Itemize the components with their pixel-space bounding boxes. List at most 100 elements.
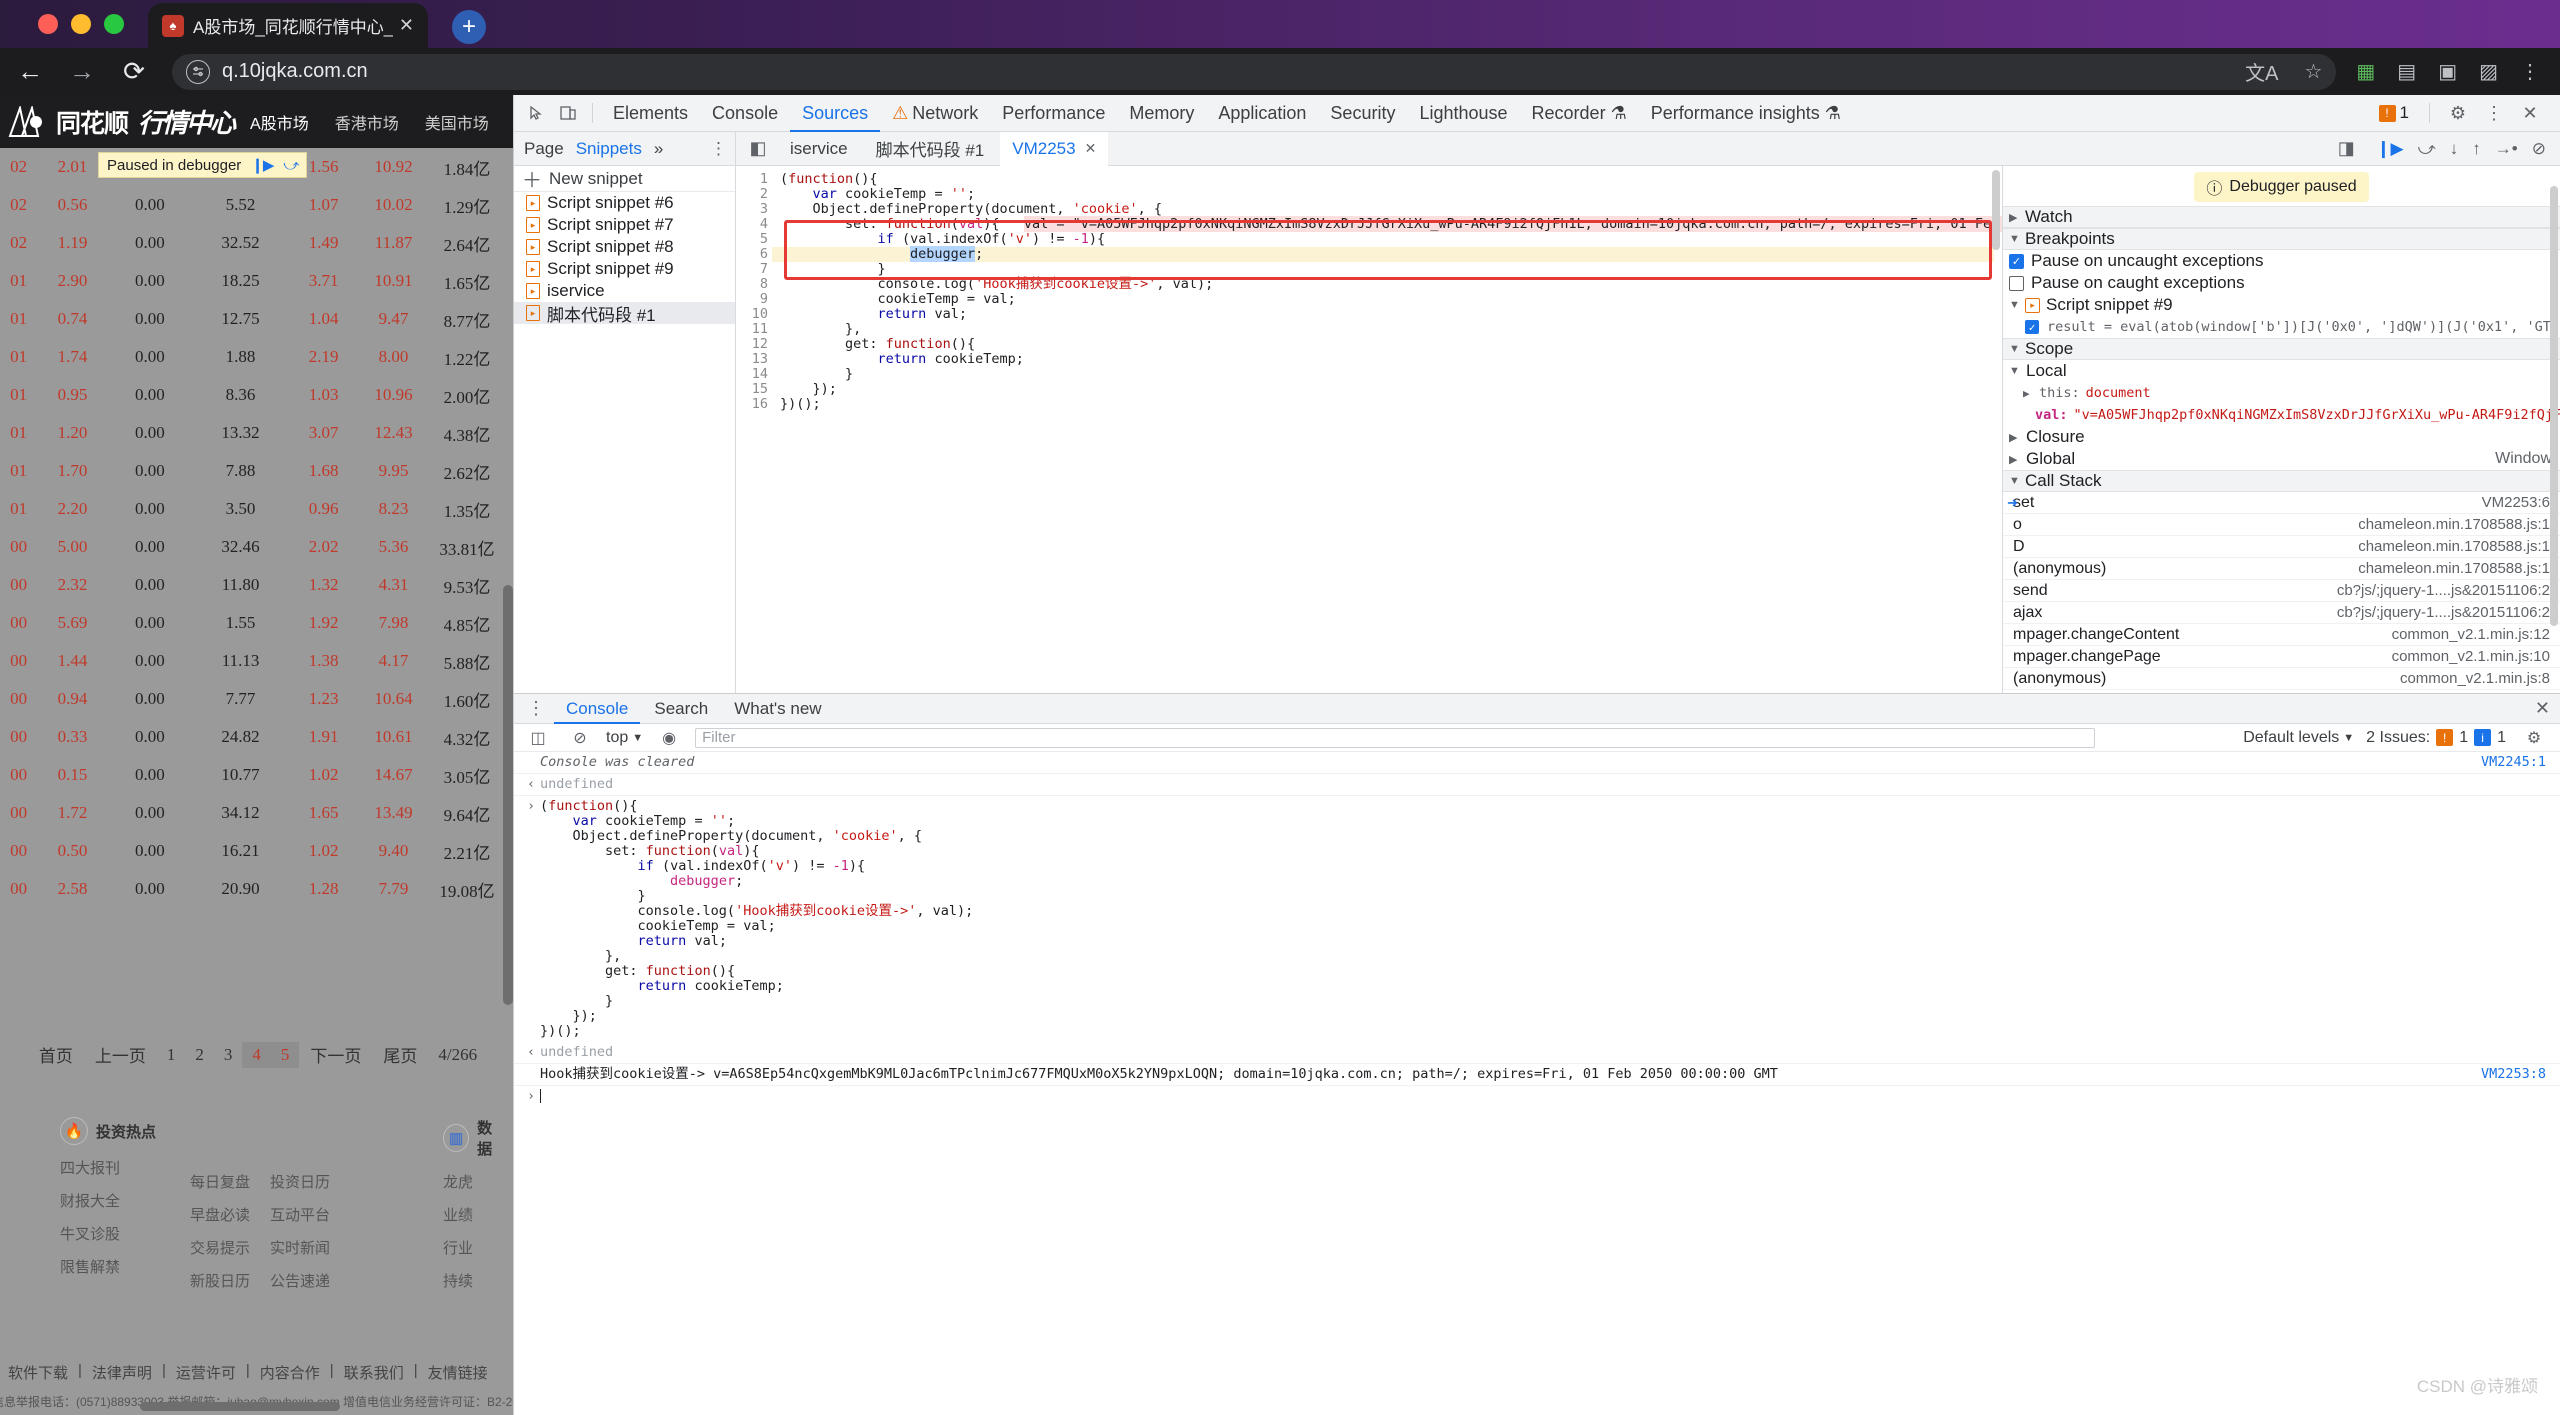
close-icon[interactable]: ✕ bbox=[393, 15, 420, 36]
table-row[interactable]: 01 1.74 0.00 1.88 2.19 8.00 1.22亿 bbox=[0, 338, 505, 376]
footer-link[interactable]: 每日复盘 bbox=[190, 1171, 250, 1192]
browser-tab[interactable]: ♠ A股市场_同花顺行情中心_同花… ✕ bbox=[148, 3, 428, 48]
step-into-icon[interactable]: ↓ bbox=[2450, 139, 2459, 159]
console-message-source[interactable]: VM2253:8 bbox=[2481, 1067, 2560, 1082]
table-row[interactable]: 01 0.74 0.00 12.75 1.04 9.47 8.77亿 bbox=[0, 300, 505, 338]
tab-memory[interactable]: Memory bbox=[1117, 95, 1206, 132]
tab-security[interactable]: Security bbox=[1318, 95, 1407, 132]
footer-link[interactable]: 四大报刊 bbox=[60, 1157, 156, 1178]
downloads-icon[interactable]: ▤ bbox=[2397, 59, 2416, 84]
pager-first[interactable]: 首页 bbox=[28, 1040, 84, 1069]
extensions-puzzle-icon[interactable]: ▨ bbox=[2479, 59, 2498, 84]
tab-performance-insights[interactable]: Performance insights ⚗ bbox=[1639, 95, 1853, 132]
minimize-window-button[interactable] bbox=[71, 14, 91, 34]
line-number[interactable]: 6 bbox=[736, 247, 772, 262]
table-row[interactable]: 00 0.33 0.00 24.82 1.91 10.61 4.32亿 bbox=[0, 718, 505, 756]
table-row[interactable]: 00 0.50 0.00 16.21 1.02 9.40 2.21亿 bbox=[0, 832, 505, 870]
page-horizontal-scrollbar[interactable] bbox=[140, 1402, 340, 1411]
reload-icon[interactable]: ⟳ bbox=[112, 50, 156, 94]
scope-this[interactable]: ▶ this: document bbox=[2003, 382, 2560, 404]
footer-link[interactable]: 新股日历 bbox=[190, 1270, 250, 1291]
pager-page-5[interactable]: 5 bbox=[270, 1041, 300, 1068]
new-tab-button[interactable]: + bbox=[452, 10, 486, 44]
call-stack-frame[interactable]: mpager.changeContent common_v2.1.min.js:1… bbox=[2003, 624, 2560, 646]
pager-prev[interactable]: 上一页 bbox=[84, 1040, 157, 1069]
site-nav-item-us[interactable]: 美国市场 bbox=[425, 110, 489, 134]
footer-link[interactable]: 早盘必读 bbox=[190, 1204, 250, 1225]
footer-link[interactable]: 牛叉诊股 bbox=[60, 1223, 156, 1244]
pager-page-2[interactable]: 2 bbox=[185, 1042, 214, 1068]
page-vertical-scrollbar[interactable] bbox=[503, 585, 513, 1005]
gear-icon[interactable]: ⚙ bbox=[2520, 724, 2548, 752]
step-over-icon[interactable]: ⤻ bbox=[2418, 139, 2436, 159]
footer-link[interactable]: 龙虎 bbox=[443, 1171, 505, 1192]
footer-link[interactable]: 交易提示 bbox=[190, 1237, 250, 1258]
line-number[interactable]: 14 bbox=[736, 367, 772, 382]
section-watch[interactable]: ▶ Watch bbox=[2003, 206, 2560, 228]
footer-link[interactable]: 互动平台 bbox=[270, 1204, 330, 1225]
table-row[interactable]: 02 1.19 0.00 32.52 1.49 11.87 2.64亿 bbox=[0, 224, 505, 262]
line-number[interactable]: 8 bbox=[736, 277, 772, 292]
footer-link[interactable]: 实时新闻 bbox=[270, 1237, 330, 1258]
breakpoint-group[interactable]: ▼ ▸ Script snippet #9 bbox=[2003, 294, 2560, 316]
site-nav-item-hk[interactable]: 香港市场 bbox=[335, 110, 399, 134]
profile-icon[interactable]: ▣ bbox=[2438, 59, 2457, 84]
scope-val[interactable]: val: "v=A05WFJhqp2pf0xNKqiNGMZxImS8VzxDr… bbox=[2003, 404, 2560, 426]
close-icon[interactable]: ✕ bbox=[2535, 698, 2560, 719]
line-number[interactable]: 15 bbox=[736, 382, 772, 397]
line-number[interactable]: 5 bbox=[736, 232, 772, 247]
kebab-icon[interactable]: ⋮ bbox=[2480, 99, 2508, 127]
section-call-stack[interactable]: ▼ Call Stack bbox=[2003, 470, 2560, 492]
step-out-icon[interactable]: ↑ bbox=[2472, 139, 2481, 159]
line-number[interactable]: 9 bbox=[736, 292, 772, 307]
issues-summary[interactable]: 2 Issues: ! 1 i 1 bbox=[2366, 729, 2506, 747]
table-row[interactable]: 01 0.95 0.00 8.36 1.03 10.96 2.00亿 bbox=[0, 376, 505, 414]
file-tab-snippet-1[interactable]: 脚本代码段 #1 bbox=[864, 132, 997, 166]
pause-uncaught-row[interactable]: ✓ Pause on uncaught exceptions bbox=[2003, 250, 2560, 272]
kebab-icon[interactable]: ⋮ bbox=[522, 695, 550, 723]
table-row[interactable]: 01 2.90 0.00 18.25 3.71 10.91 1.65亿 bbox=[0, 262, 505, 300]
file-tab-vm2253[interactable]: VM2253 ✕ bbox=[1000, 131, 1109, 166]
call-stack-frame[interactable]: (anonymous) chameleon.min.1708588.js:1 bbox=[2003, 558, 2560, 580]
checkbox-checked-icon[interactable]: ✓ bbox=[2025, 320, 2039, 334]
pager-page-1[interactable]: 1 bbox=[157, 1042, 186, 1068]
line-number[interactable]: 3 bbox=[736, 202, 772, 217]
navigator-tab-snippets[interactable]: Snippets bbox=[576, 139, 642, 159]
table-row[interactable]: 01 2.20 0.00 3.50 0.96 8.23 1.35亿 bbox=[0, 490, 505, 528]
footer-link[interactable]: 行业 bbox=[443, 1237, 505, 1258]
step-over-icon[interactable]: ⤻ bbox=[283, 157, 299, 174]
new-snippet-button[interactable]: ＋ New snippet bbox=[514, 166, 735, 192]
footer-link[interactable]: 公告速递 bbox=[270, 1270, 330, 1291]
close-icon[interactable]: ✕ bbox=[1085, 140, 1097, 157]
footer-link[interactable]: 持续 bbox=[443, 1270, 505, 1291]
translate-icon[interactable]: 文A bbox=[2245, 57, 2278, 86]
kebab-icon[interactable]: ⋮ bbox=[710, 139, 727, 159]
pager-last[interactable]: 尾页 bbox=[372, 1040, 428, 1069]
drawer-tab-whats-new[interactable]: What's new bbox=[722, 694, 833, 724]
log-levels-selector[interactable]: Default levels ▼ bbox=[2243, 729, 2354, 747]
line-number[interactable]: 4 bbox=[736, 217, 772, 232]
footer-link[interactable]: 限售解禁 bbox=[60, 1256, 156, 1277]
scope-local[interactable]: ▼ Local bbox=[2003, 360, 2560, 382]
site-nav-item-a-shares[interactable]: A股市场 bbox=[250, 110, 309, 134]
tab-sources[interactable]: Sources bbox=[790, 95, 880, 132]
table-row[interactable]: 00 0.15 0.00 10.77 1.02 14.67 3.05亿 bbox=[0, 756, 505, 794]
line-number[interactable]: 10 bbox=[736, 307, 772, 322]
show-debugger-sidebar-icon[interactable]: ◨ bbox=[2332, 135, 2360, 163]
footer-link-download[interactable]: 软件下载 bbox=[8, 1362, 68, 1383]
call-stack-frame[interactable]: o chameleon.min.1708588.js:1 bbox=[2003, 514, 2560, 536]
footer-link-legal[interactable]: 法律声明 bbox=[92, 1362, 152, 1383]
table-row[interactable]: 01 1.70 0.00 7.88 1.68 9.95 2.62亿 bbox=[0, 452, 505, 490]
table-row[interactable]: 01 1.20 0.00 13.32 3.07 12.43 4.38亿 bbox=[0, 414, 505, 452]
snippet-item[interactable]: ▸ iservice bbox=[514, 280, 735, 302]
checkbox-unchecked-icon[interactable] bbox=[2009, 275, 2024, 291]
footer-link-license[interactable]: 运营许可 bbox=[176, 1362, 236, 1383]
table-row[interactable]: 00 1.72 0.00 34.12 1.65 13.49 9.64亿 bbox=[0, 794, 505, 832]
call-stack-frame[interactable]: mpager.changePage common_v2.1.min.js:10 bbox=[2003, 646, 2560, 668]
section-scope[interactable]: ▼ Scope bbox=[2003, 338, 2560, 360]
browser-menu-icon[interactable]: ⋮ bbox=[2520, 59, 2540, 84]
line-number[interactable]: 2 bbox=[736, 187, 772, 202]
snippet-item[interactable]: ▸ Script snippet #9 bbox=[514, 258, 735, 280]
show-navigator-icon[interactable]: ◧ bbox=[744, 135, 772, 163]
checkbox-checked-icon[interactable]: ✓ bbox=[2009, 253, 2024, 269]
